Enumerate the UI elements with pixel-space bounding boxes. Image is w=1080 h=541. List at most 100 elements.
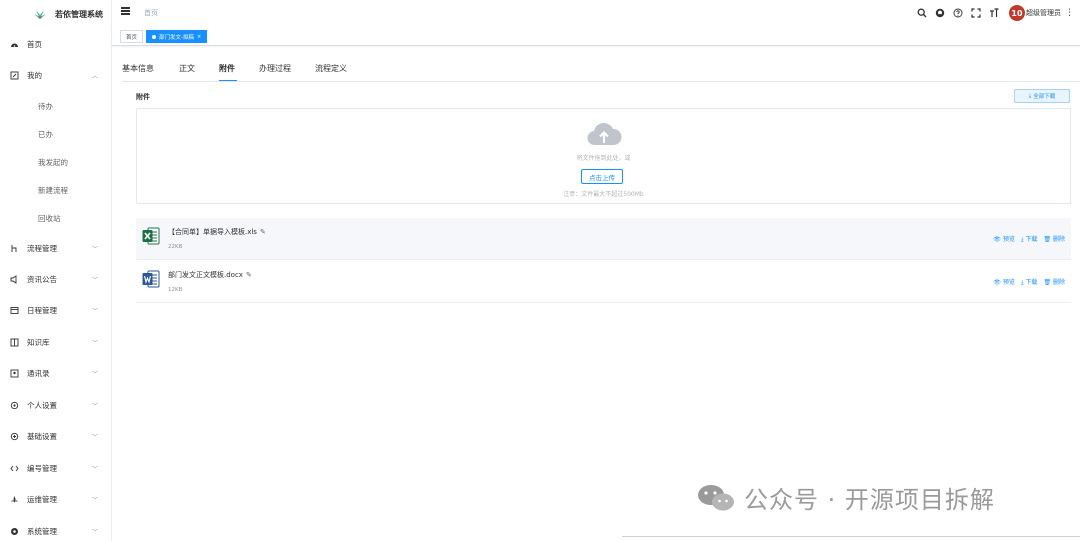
sidebar-item-code-mgmt[interactable]: 编号管理 ﹀: [0, 454, 111, 482]
file-row: 【合同单】单据导入模板.xls ✎ 22KB 👁 预览 ⤓ 下载 🗑 删除: [136, 218, 1071, 260]
setting-icon: [10, 401, 19, 410]
more-vertical-icon[interactable]: ⋮: [1065, 8, 1074, 18]
content-tabs: 基本信息 正文 附件 办理过程 流程定义: [112, 58, 1080, 82]
base-icon: [10, 432, 19, 441]
chevron-down-icon: ﹀: [91, 276, 98, 284]
sidebar-item-label: 基础设置: [27, 431, 57, 441]
sidebar-item-label: 资讯公告: [27, 274, 57, 284]
sidebar-item-recycle[interactable]: 回收站: [0, 204, 111, 232]
sidebar-item-label: 我发起的: [38, 157, 68, 167]
download-button[interactable]: ⤓ 下载: [1021, 234, 1038, 244]
calendar-icon: [10, 306, 19, 315]
app-title: 若依管理系统: [55, 9, 103, 19]
sidebar-item-label: 我的: [27, 70, 42, 80]
bottom-divider: [622, 536, 1080, 537]
edit-icon: [10, 71, 19, 80]
logo-icon: [34, 10, 46, 19]
sidebar-item-label: 系统管理: [27, 526, 57, 536]
file-actions: 👁 预览 ⤓ 下载 🗑 删除: [993, 234, 1065, 244]
upload-dropzone[interactable]: 将文件拖到此处，或 点击上传 注意：文件最大不超过500Mb: [136, 108, 1071, 204]
sidebar-item-new-process[interactable]: 新建流程: [0, 176, 111, 204]
tag-label: 首页: [126, 34, 138, 41]
drop-hint: 将文件拖到此处，或: [576, 155, 631, 162]
tab-attachment[interactable]: 附件: [219, 63, 235, 74]
tags-view: 首页 部门发文-拟稿 ×: [112, 25, 1080, 46]
fullscreen-icon[interactable]: [967, 5, 985, 21]
file-name: 部门发文正文模板.docx ✎: [168, 270, 252, 280]
sidebar-item-personal-settings[interactable]: 个人设置 ﹀: [0, 391, 111, 419]
delete-label: 删除: [1052, 236, 1065, 243]
tag-active[interactable]: 部门发文-拟稿 ×: [146, 30, 208, 43]
help-icon[interactable]: [949, 5, 967, 21]
sidebar-item-todo[interactable]: 待办: [0, 92, 111, 120]
eye-icon: 👁: [993, 279, 1001, 286]
download-all-label: 全部下载: [1033, 94, 1056, 100]
tag-home[interactable]: 首页: [120, 30, 144, 43]
sidebar: 若依管理系统 首页 我的 ︿ 待办 已办 我发起的 新建流程 回收站 流程管理 …: [0, 0, 112, 541]
chevron-down-icon: ﹀: [91, 528, 98, 536]
eye-icon: 👁: [993, 236, 1001, 243]
delete-label: 删除: [1052, 279, 1065, 286]
sidebar-item-schedule[interactable]: 日程管理 ﹀: [0, 296, 111, 324]
search-icon[interactable]: [913, 5, 931, 21]
file-name-text[interactable]: 部门发文正文模板.docx: [168, 270, 243, 280]
download-label: 下载: [1025, 279, 1038, 286]
chevron-up-icon: ︿: [91, 72, 98, 80]
sidebar-item-ops[interactable]: 运维管理 ﹀: [0, 485, 111, 513]
tag-label: 部门发文-拟稿: [159, 34, 194, 41]
delete-button[interactable]: 🗑 删除: [1043, 234, 1065, 244]
tab-process-history[interactable]: 办理过程: [259, 63, 291, 74]
breadcrumb[interactable]: 首页: [144, 8, 158, 18]
sidebar-item-contacts[interactable]: 通讯录 ﹀: [0, 359, 111, 387]
file-actions: 👁 预览 ⤓ 下载 🗑 删除: [993, 277, 1065, 287]
system-icon: [10, 527, 19, 536]
sidebar-item-home[interactable]: 首页: [0, 30, 111, 58]
sidebar-item-news[interactable]: 资讯公告 ﹀: [0, 265, 111, 293]
sidebar-item-label: 新建流程: [38, 185, 68, 195]
ops-icon: [10, 495, 19, 504]
sidebar-item-label: 通讯录: [27, 368, 50, 378]
watermark-text: 公众号 · 开源项目拆解: [744, 486, 995, 514]
sidebar-item-done[interactable]: 已办: [0, 120, 111, 148]
chevron-down-icon: ﹀: [91, 370, 98, 378]
file-name-text[interactable]: 【合同单】单据导入模板.xls: [168, 227, 257, 237]
delete-button[interactable]: 🗑 删除: [1043, 277, 1065, 287]
avatar[interactable]: 10: [1009, 5, 1025, 21]
download-all-button[interactable]: ⤓ 全部下载: [1014, 89, 1070, 103]
code-icon: [10, 464, 19, 473]
edit-pen-icon[interactable]: ✎: [260, 228, 266, 236]
sidebar-item-system[interactable]: 系统管理 ﹀: [0, 517, 111, 541]
sound-icon: [10, 274, 19, 284]
user-name[interactable]: 超级管理员: [1026, 8, 1061, 18]
chevron-down-icon: ﹀: [91, 402, 98, 410]
contacts-icon: [10, 369, 19, 378]
file-name: 【合同单】单据导入模板.xls ✎: [168, 227, 266, 237]
font-size-icon[interactable]: [985, 5, 1003, 21]
excel-file-icon: [142, 227, 160, 245]
sidebar-item-started[interactable]: 我发起的: [0, 148, 111, 176]
dashboard-icon: [10, 40, 19, 49]
sidebar-item-label: 个人设置: [27, 400, 57, 410]
download-button[interactable]: ⤓ 下载: [1021, 277, 1038, 287]
chevron-down-icon: ﹀: [91, 339, 98, 347]
sidebar-item-knowledge[interactable]: 知识库 ﹀: [0, 328, 111, 356]
tab-process-definition[interactable]: 流程定义: [315, 63, 347, 74]
file-size: 12KB: [168, 287, 183, 293]
tab-body[interactable]: 正文: [179, 63, 195, 74]
github-icon[interactable]: [931, 5, 949, 21]
sidebar-item-base-settings[interactable]: 基础设置 ﹀: [0, 422, 111, 450]
navbar-right: 10 超级管理员 ⋮: [913, 5, 1080, 21]
sidebar-item-process-mgmt[interactable]: 流程管理 ﹀: [0, 234, 111, 262]
preview-button[interactable]: 👁 预览: [993, 277, 1015, 287]
hamburger-icon[interactable]: [121, 7, 130, 15]
trash-icon: 🗑: [1043, 279, 1052, 286]
upload-button[interactable]: 点击上传: [581, 169, 623, 184]
wechat-icon: [698, 484, 734, 510]
edit-pen-icon[interactable]: ✎: [246, 271, 252, 279]
preview-button[interactable]: 👁 预览: [993, 234, 1015, 244]
close-icon[interactable]: ×: [197, 34, 201, 40]
sidebar-item-mine[interactable]: 我的 ︿: [0, 61, 111, 89]
sidebar-item-label: 回收站: [38, 213, 61, 223]
app-logo[interactable]: 若依管理系统: [0, 0, 111, 28]
tab-basic-info[interactable]: 基本信息: [122, 63, 154, 74]
